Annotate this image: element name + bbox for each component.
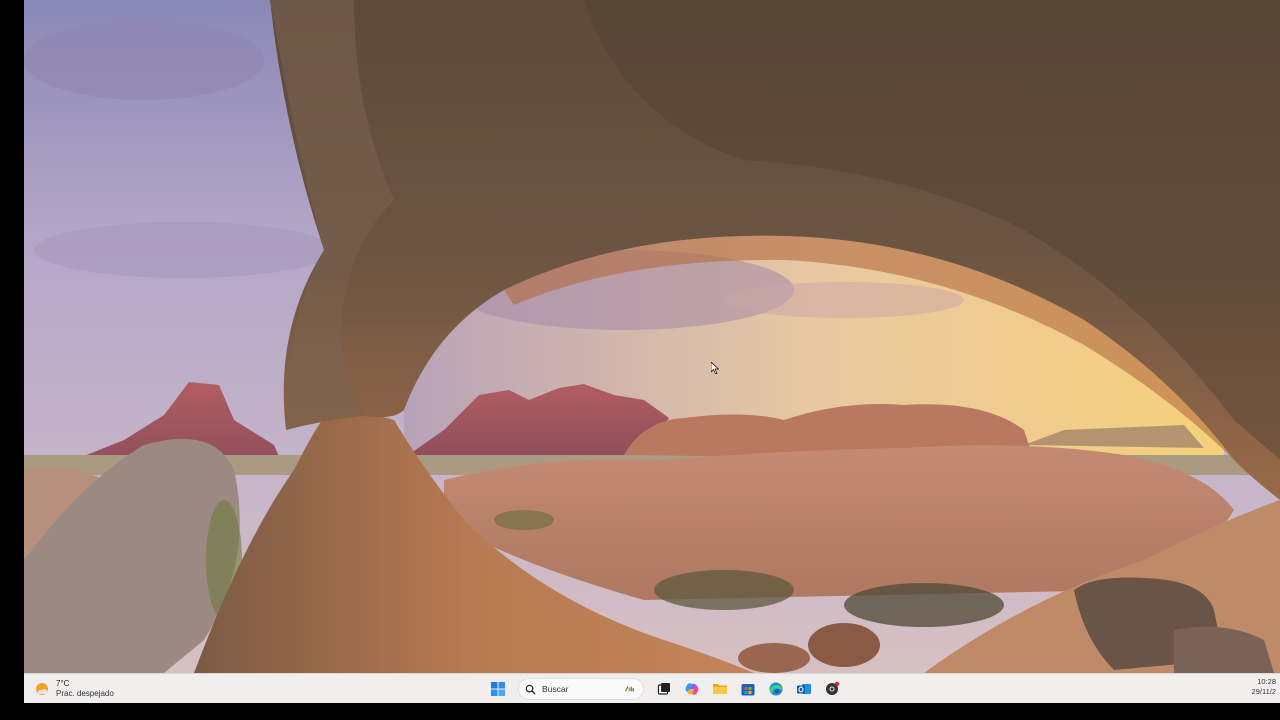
search-box[interactable]: Buscar [518,678,644,700]
weather-widget[interactable]: 7°C Prac. despejado [34,677,114,701]
copilot-button[interactable] [680,677,704,701]
clock-date: 29/11/2 [1251,687,1276,696]
mouse-cursor [711,362,719,374]
task-view-icon [657,683,670,695]
taskbar: 7°C Prac. despejado Buscar 10:28 29/11/2 [24,673,1280,703]
partly-sunny-icon [36,683,48,695]
edge-icon [769,682,783,696]
edge-button[interactable] [764,677,788,701]
desktop-wallpaper [24,0,1280,673]
desktop-screen: 7°C Prac. despejado Buscar 10:28 29/11/2 [24,0,1280,703]
search-placeholder: Buscar [542,684,569,694]
copilot-icon [685,683,699,695]
search-icon [525,684,536,695]
start-button[interactable] [486,677,510,701]
task-view-button[interactable] [652,677,676,701]
file-explorer-button[interactable] [708,677,732,701]
weather-condition: Prac. despejado [56,689,114,698]
wallpaper-landscape [24,0,1280,673]
weather-temperature: 7°C [56,679,70,688]
clock-time: 10:28 [1257,677,1276,686]
chrome-button[interactable] [820,677,844,701]
chrome-icon [826,681,840,695]
microsoft-store-button[interactable] [736,677,760,701]
taskbar-center: Buscar [486,677,844,701]
microsoft-store-icon [741,684,755,696]
start-icon [491,682,505,696]
file-explorer-icon [713,684,727,694]
outlook-icon [797,684,811,694]
system-clock[interactable]: 10:28 29/11/2 [1252,677,1276,697]
search-highlight-icon [625,686,634,692]
outlook-button[interactable] [792,677,816,701]
